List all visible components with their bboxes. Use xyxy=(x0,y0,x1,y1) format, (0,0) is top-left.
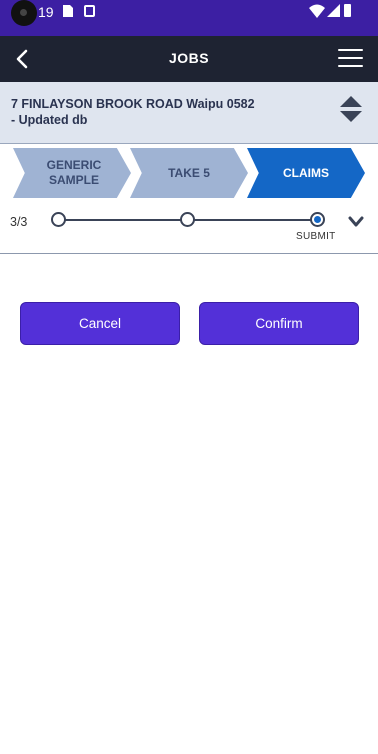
progress-step-dot[interactable] xyxy=(51,212,66,227)
chevron-down-icon[interactable] xyxy=(348,216,364,228)
workflow-steps: GENERIC SAMPLE TAKE 5 CLAIMS 3/3 SUBMIT xyxy=(0,144,378,254)
progress-step-dot-current[interactable] xyxy=(310,212,325,227)
sim-card-icon xyxy=(63,5,73,17)
cancel-button[interactable]: Cancel xyxy=(20,302,180,345)
confirm-button[interactable]: Confirm xyxy=(199,302,359,345)
progress-count: 3/3 xyxy=(10,215,28,229)
progress-step-dot[interactable] xyxy=(180,212,195,227)
status-time: 19 xyxy=(38,4,54,20)
step-label: CLAIMS xyxy=(283,165,329,180)
job-address: 7 FINLAYSON BROOK ROAD Waipu 0582 - Upda… xyxy=(11,96,255,128)
step-generic-sample[interactable]: GENERIC SAMPLE xyxy=(13,148,131,198)
page-title: JOBS xyxy=(168,50,210,66)
hamburger-menu-icon[interactable] xyxy=(338,49,363,69)
cell-signal-icon xyxy=(327,4,340,17)
job-status-line: - Updated db xyxy=(11,113,88,127)
sort-toggle-icon[interactable] xyxy=(338,95,364,123)
step-label: TAKE 5 xyxy=(168,165,210,180)
step-claims[interactable]: CLAIMS xyxy=(247,148,365,198)
job-address-line: 7 FINLAYSON BROOK ROAD Waipu 0582 xyxy=(11,97,255,111)
app-bar: JOBS xyxy=(0,36,378,82)
step-take-5[interactable]: TAKE 5 xyxy=(130,148,248,198)
job-header: 7 FINLAYSON BROOK ROAD Waipu 0582 - Upda… xyxy=(0,82,378,144)
status-bar: 19 xyxy=(0,0,378,36)
sd-card-icon xyxy=(84,5,95,17)
step-label: SAMPLE xyxy=(48,173,99,187)
step-label: GENERIC xyxy=(46,158,102,172)
wifi-icon xyxy=(309,4,325,18)
camera-cutout-icon xyxy=(11,0,37,26)
battery-icon xyxy=(344,4,351,17)
current-step-label: SUBMIT xyxy=(296,231,336,242)
